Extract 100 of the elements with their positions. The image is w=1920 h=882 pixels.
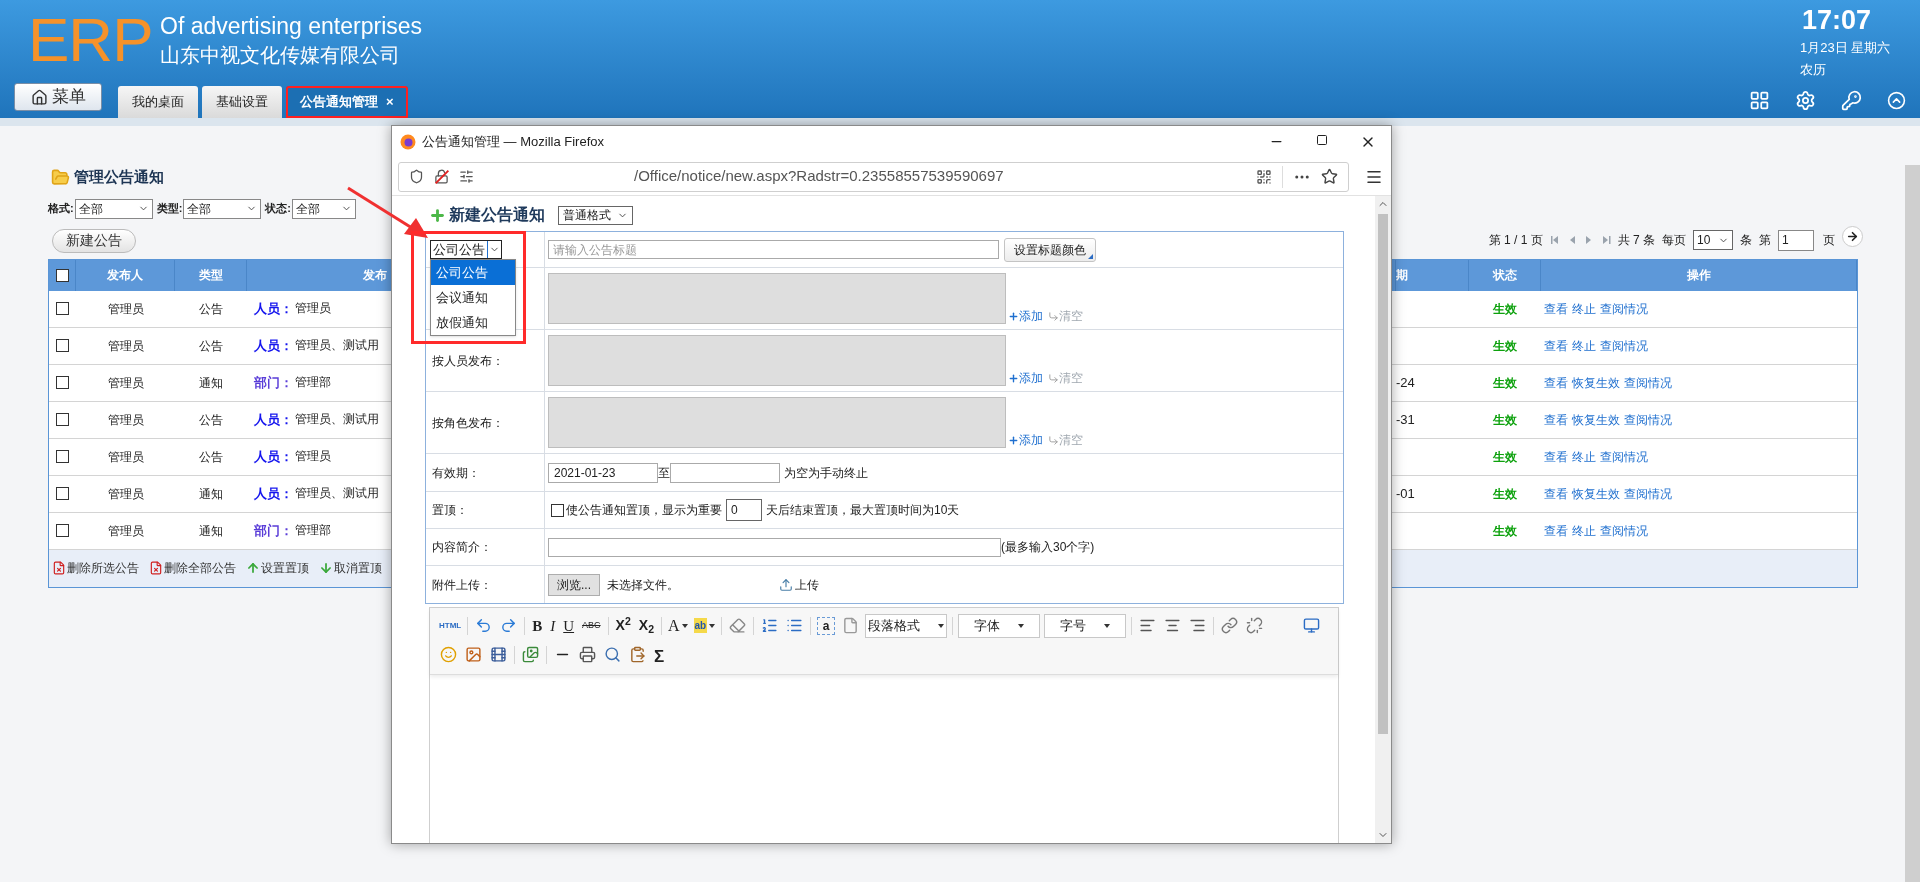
printer-icon[interactable] xyxy=(579,646,596,663)
key-icon[interactable] xyxy=(1841,90,1862,111)
preview-icon[interactable] xyxy=(604,646,621,663)
address-bar[interactable]: /Office/notice/new.aspx?Radstr=0.23558557539590697 xyxy=(398,161,1349,192)
page-icon[interactable] xyxy=(842,617,860,634)
filter-select[interactable]: 全部 xyxy=(292,198,356,219)
checkbox[interactable] xyxy=(551,503,564,517)
action-link[interactable]: 查看 xyxy=(1544,484,1568,503)
filter-select[interactable]: 全部 xyxy=(74,198,153,219)
maximize-icon[interactable] xyxy=(1316,134,1328,146)
format-select[interactable]: 普通格式 xyxy=(558,205,633,225)
numbered-list-icon[interactable] xyxy=(761,617,779,634)
align-left-icon[interactable] xyxy=(1139,617,1157,634)
go-button[interactable] xyxy=(1842,225,1863,247)
action-link[interactable]: 查看 xyxy=(1544,336,1568,355)
subscript-button[interactable]: X$_{2}$ xyxy=(634,614,658,637)
nav-tab[interactable]: 基础设置 xyxy=(202,86,282,118)
underline-button[interactable]: U xyxy=(559,614,579,637)
toolbar-dropdown[interactable]: 字号 xyxy=(1044,613,1127,638)
action-link[interactable]: 终止 xyxy=(1572,447,1596,466)
anchor-button[interactable]: a xyxy=(817,616,836,635)
action-link[interactable]: 查看 xyxy=(1544,447,1568,466)
toolbar-dropdown[interactable]: 段落格式 xyxy=(865,613,948,638)
add-link[interactable]: 添加 xyxy=(1019,431,1043,449)
summary-field[interactable] xyxy=(548,537,1001,557)
italic-button[interactable]: I xyxy=(546,614,560,637)
menu-button[interactable]: 菜单 xyxy=(14,83,102,111)
insecure-lock-icon[interactable] xyxy=(434,169,449,184)
action-link[interactable]: 终止 xyxy=(1572,521,1596,540)
superscript-button[interactable]: X$^{2}$ xyxy=(611,614,635,637)
add-link[interactable]: 添加 xyxy=(1019,307,1043,325)
upload-link[interactable]: 上传 xyxy=(795,575,819,594)
page-scrollbar[interactable] xyxy=(1905,165,1920,882)
nav-tab[interactable]: 公告通知管理 × xyxy=(286,86,408,118)
checkbox[interactable] xyxy=(56,376,69,389)
close-tab-icon[interactable]: × xyxy=(386,92,394,112)
action-link[interactable]: 查阅情况 xyxy=(1624,410,1672,429)
type-select[interactable]: 公司公告 xyxy=(430,240,502,259)
title-field[interactable]: 请输入公告标题 xyxy=(548,240,999,259)
action-link[interactable]: 查看 xyxy=(1544,373,1568,392)
action-link[interactable]: 查阅情况 xyxy=(1624,484,1672,503)
undo-icon[interactable] xyxy=(475,617,493,634)
pin-days-field[interactable]: 0 xyxy=(726,499,762,521)
paste-icon[interactable] xyxy=(629,646,646,663)
dropdown-option[interactable]: 公司公告 xyxy=(431,260,515,285)
collapse-icon[interactable] xyxy=(1887,91,1906,110)
per-page-select[interactable]: 10 xyxy=(1693,230,1733,250)
rich-text-editor[interactable]: HTML B I U ABC X$^{2}$ X$_{2}$ A ab a 段落格式 字体 字号 Σ xyxy=(429,607,1339,843)
permissions-icon[interactable] xyxy=(459,169,474,184)
highlight-button[interactable]: ab xyxy=(690,614,719,637)
dropdown-option[interactable]: 会议通知 xyxy=(431,285,515,310)
page-number-field[interactable]: 1 xyxy=(1778,229,1814,251)
toolbar-dropdown[interactable]: 字体 xyxy=(958,613,1041,638)
checkbox[interactable] xyxy=(55,268,69,282)
checkbox[interactable] xyxy=(56,339,69,352)
filter-select[interactable]: 全部 xyxy=(183,198,262,219)
footer-action-link[interactable]: 删除全部公告 xyxy=(164,559,236,577)
action-link[interactable]: 终止 xyxy=(1572,299,1596,318)
new-notice-button[interactable]: 新建公告 xyxy=(52,228,136,253)
footer-action-link[interactable]: 设置置顶 xyxy=(261,559,309,577)
footer-action-link[interactable]: 删除所选公告 xyxy=(67,559,139,577)
start-date-field[interactable]: 2021-01-23 xyxy=(548,462,658,483)
footer-action-link[interactable]: 取消置顶 xyxy=(334,559,382,577)
checkbox[interactable] xyxy=(56,413,69,426)
action-link[interactable]: 终止 xyxy=(1572,336,1596,355)
film-icon[interactable] xyxy=(490,646,507,663)
link-icon[interactable] xyxy=(1221,617,1239,634)
qr-code-icon[interactable] xyxy=(1256,168,1272,185)
action-link[interactable]: 查阅情况 xyxy=(1600,447,1648,466)
checkbox[interactable] xyxy=(56,487,69,500)
add-link[interactable]: 添加 xyxy=(1019,369,1043,387)
action-link[interactable]: 查看 xyxy=(1544,521,1568,540)
checkbox[interactable] xyxy=(56,450,69,463)
browse-button[interactable]: 浏览... xyxy=(548,573,600,596)
nav-tab[interactable]: 我的桌面 xyxy=(118,86,198,118)
gallery-icon[interactable] xyxy=(522,646,539,663)
font-color-button[interactable]: A xyxy=(664,614,691,637)
bookmark-star-icon[interactable] xyxy=(1321,168,1338,185)
action-link[interactable]: 查阅情况 xyxy=(1624,373,1672,392)
bullet-list-icon[interactable] xyxy=(786,617,804,634)
settings-icon[interactable] xyxy=(1795,90,1816,111)
strikethrough-button[interactable]: ABC xyxy=(578,614,605,637)
end-date-field[interactable] xyxy=(670,462,780,483)
action-link[interactable]: 查看 xyxy=(1544,299,1568,318)
bold-button[interactable]: B xyxy=(528,614,547,637)
eraser-icon[interactable] xyxy=(729,617,747,634)
unlink-icon[interactable] xyxy=(1246,617,1264,634)
add-widget-icon[interactable] xyxy=(1749,90,1770,111)
shield-icon[interactable] xyxy=(409,169,424,184)
checkbox[interactable] xyxy=(56,524,69,537)
formula-button[interactable]: Σ xyxy=(650,643,669,666)
monitor-icon[interactable] xyxy=(1303,617,1320,634)
html-button[interactable]: HTML xyxy=(436,619,465,632)
redo-icon[interactable] xyxy=(500,617,518,634)
action-link[interactable]: 查阅情况 xyxy=(1600,299,1648,318)
title-color-button[interactable]: 设置标题颜色 xyxy=(1004,237,1096,262)
align-right-icon[interactable] xyxy=(1189,617,1207,634)
align-center-icon[interactable] xyxy=(1164,617,1182,634)
checkbox[interactable] xyxy=(56,302,69,315)
action-link[interactable]: 恢复生效 xyxy=(1572,373,1620,392)
